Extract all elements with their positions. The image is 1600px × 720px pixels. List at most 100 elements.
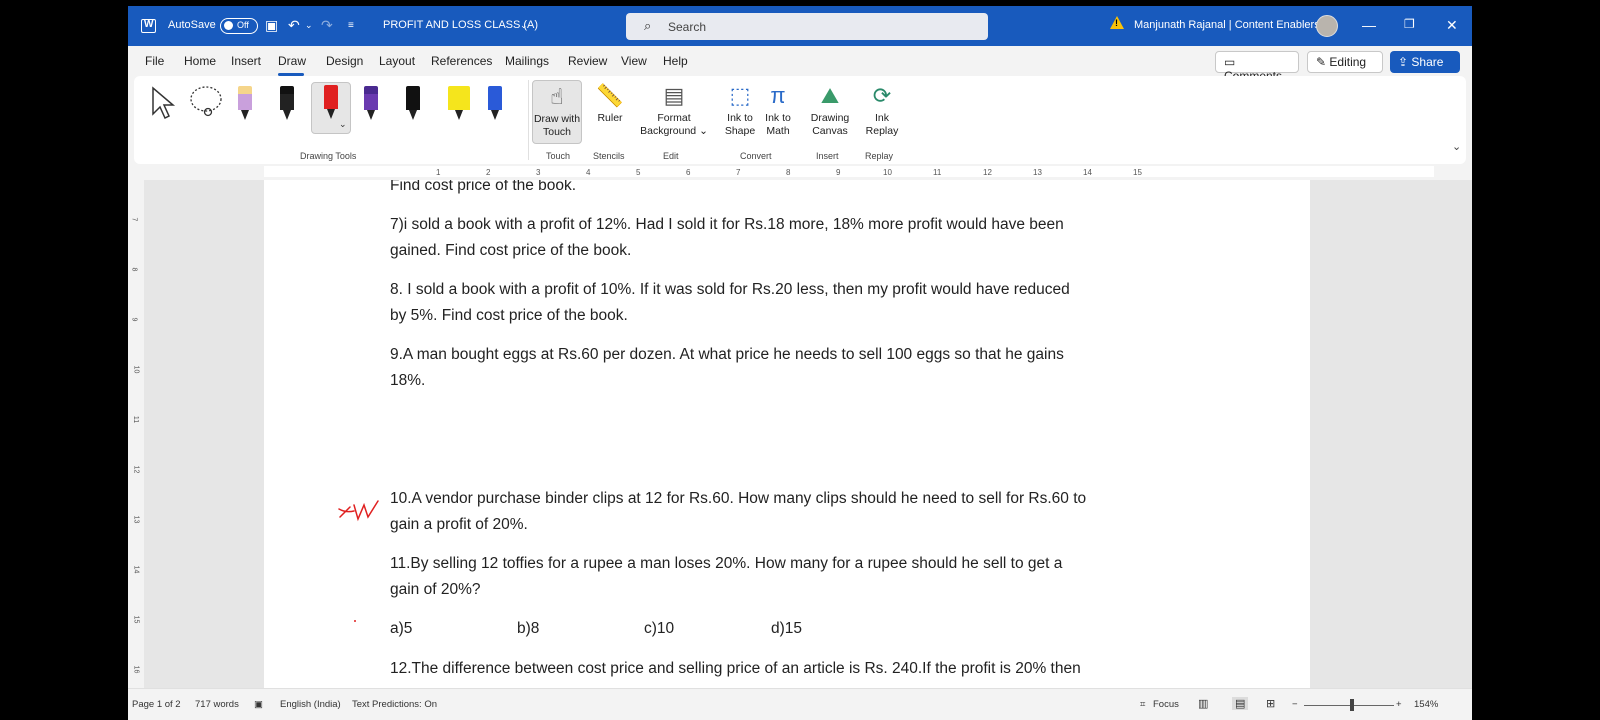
horizontal-ruler[interactable]: 1 2 3 4 5 6 7 8 9 10 11 12 13 14 15 — [128, 164, 1472, 180]
option-b[interactable]: b)8 — [517, 620, 539, 638]
purple-pen-icon[interactable] — [364, 86, 378, 122]
q11-line-1: 11.By selling 12 toffies for a rupee a m… — [390, 555, 1063, 572]
focus-icon[interactable]: ⌗ — [1140, 699, 1145, 710]
ruler-tick: 14 — [132, 565, 140, 574]
focus-label[interactable]: Focus — [1153, 699, 1179, 710]
tab-review[interactable]: Review — [568, 54, 607, 68]
highlighter-icon[interactable] — [448, 86, 470, 122]
tab-mailings[interactable]: Mailings — [505, 54, 549, 68]
ruler-tick: 10 — [132, 365, 140, 374]
user-name[interactable]: Manjunath Rajanal | Content Enablers — [1134, 19, 1320, 31]
zoom-level[interactable]: 154% — [1414, 699, 1438, 710]
option-a[interactable]: a)5 — [390, 620, 412, 638]
question-9[interactable]: 9.A man bought eggs at Rs.60 per dozen. … — [390, 342, 1190, 393]
ruler-tick: 16 — [132, 665, 140, 674]
collapse-ribbon-icon[interactable]: ⌄ — [1452, 140, 1461, 153]
action-pen-icon[interactable] — [488, 86, 502, 122]
group-edit: Edit — [663, 151, 679, 161]
warning-icon[interactable] — [1110, 16, 1124, 29]
zoom-slider-track[interactable] — [1304, 705, 1394, 706]
tab-insert[interactable]: Insert — [231, 54, 261, 68]
page-count[interactable]: Page 1 of 2 — [132, 699, 181, 710]
question-11[interactable]: 11.By selling 12 toffies for a rupee a m… — [390, 551, 1190, 602]
ink-dot — [354, 620, 356, 622]
tab-design[interactable]: Design — [326, 54, 363, 68]
drawing-canvas-icon: ⛰ — [820, 83, 840, 108]
avatar[interactable] — [1316, 15, 1338, 37]
web-layout-icon[interactable]: ⊞ — [1266, 697, 1275, 710]
select-arrow-icon[interactable] — [150, 86, 176, 120]
zoom-out-icon[interactable]: − — [1292, 699, 1298, 710]
title-chevron-down-icon[interactable]: ⌄ — [520, 20, 528, 31]
ink-replay-button[interactable]: ⟳ Ink Replay — [862, 80, 902, 138]
zoom-in-icon[interactable]: + — [1396, 699, 1402, 710]
ink-to-math-button[interactable]: π Ink to Math — [758, 80, 798, 138]
partial-line[interactable]: Find cost price of the book. — [390, 180, 1190, 199]
black-pen-icon[interactable] — [280, 86, 294, 122]
question-7[interactable]: 7)i sold a book with a profit of 12%. Ha… — [390, 212, 1190, 263]
tab-draw[interactable]: Draw — [278, 54, 306, 68]
galaxy-pen-icon[interactable] — [406, 86, 420, 122]
group-replay: Replay — [865, 151, 894, 161]
comment-icon: ▭ — [1224, 55, 1236, 69]
pen-dropdown-icon[interactable]: ⌄ — [339, 119, 347, 130]
toggle-knob — [224, 21, 233, 30]
tab-home[interactable]: Home — [184, 54, 216, 68]
group-touch: Touch — [546, 151, 571, 161]
restore-icon[interactable]: ❐ — [1404, 17, 1415, 31]
autosave-toggle[interactable]: Off — [220, 18, 258, 34]
comments-button[interactable]: ▭ Comments — [1215, 51, 1299, 83]
question-12[interactable]: 12.The difference between cost price and… — [390, 656, 1190, 682]
ruler-tick: 2 — [486, 168, 491, 177]
pencil-pen-icon[interactable] — [238, 86, 252, 122]
share-label: Share — [1411, 55, 1444, 69]
customize-qat-icon[interactable]: ≡ — [348, 20, 354, 31]
search-box[interactable]: ⌕ Search — [626, 13, 988, 40]
ruler-tick: 10 — [883, 168, 892, 177]
question-10[interactable]: 10.A vendor purchase binder clips at 12 … — [390, 486, 1190, 537]
document-page[interactable]: Find cost price of the book. 7)i sold a … — [264, 180, 1310, 688]
undo-dropdown-icon[interactable]: ⌄ — [305, 20, 313, 31]
ruler-button[interactable]: 📏 Ruler — [590, 80, 630, 125]
word-count[interactable]: 717 words — [195, 699, 239, 710]
text-predictions[interactable]: Text Predictions: On — [352, 699, 437, 710]
ink-to-math-label-1: Ink to — [765, 112, 791, 124]
drawing-canvas-button[interactable]: ⛰ Drawing Canvas — [806, 80, 854, 138]
ink-to-math-icon: π — [770, 83, 786, 108]
tab-help[interactable]: Help — [663, 54, 688, 68]
question-8[interactable]: 8. I sold a book with a profit of 10%. I… — [390, 277, 1190, 328]
save-icon[interactable]: ▣ — [265, 17, 278, 34]
zoom-slider-handle[interactable] — [1350, 699, 1354, 711]
ruler-tick: 7 — [130, 217, 138, 222]
redo-icon[interactable]: ↷ — [321, 17, 333, 34]
vertical-ruler[interactable]: 7 8 9 10 11 12 13 14 15 16 — [128, 180, 144, 688]
lasso-select-icon[interactable] — [188, 84, 224, 120]
document-title[interactable]: PROFIT AND LOSS CLASS (A) — [383, 19, 538, 31]
print-layout-icon[interactable]: ▤ — [1232, 697, 1249, 710]
tab-file[interactable]: File — [145, 54, 164, 68]
minimize-icon[interactable]: — — [1362, 17, 1376, 33]
red-pen-selected[interactable]: ⌄ — [311, 82, 351, 134]
q11-line-2: gain of 20%? — [390, 580, 481, 598]
undo-icon[interactable]: ↶ — [288, 17, 300, 34]
tab-layout[interactable]: Layout — [379, 54, 415, 68]
close-icon[interactable]: ✕ — [1446, 17, 1458, 34]
ink-to-shape-button[interactable]: ⬚ Ink to Shape — [720, 80, 760, 138]
title-bar: AutoSave Off ▣ ↶ ⌄ ↷ ≡ PROFIT AND LOSS C… — [128, 6, 1472, 46]
ruler-tick: 12 — [132, 465, 140, 474]
read-mode-icon[interactable]: ▥ — [1198, 697, 1208, 710]
option-c[interactable]: c)10 — [644, 620, 674, 638]
tab-references[interactable]: References — [431, 54, 492, 68]
ink-replay-label-1: Ink — [874, 112, 889, 124]
editing-button[interactable]: ✎ Editing ⌄ — [1307, 51, 1383, 83]
format-bg-label-1: Format — [657, 112, 691, 124]
share-button[interactable]: ⇪ Share ⌄ — [1390, 51, 1460, 83]
option-d[interactable]: d)15 — [771, 620, 802, 638]
document-area[interactable]: Find cost price of the book. 7)i sold a … — [144, 180, 1472, 688]
ruler-tick: 1 — [436, 168, 441, 177]
draw-with-touch-button[interactable]: ☝ Draw with Touch — [532, 80, 582, 144]
proofing-icon[interactable]: ▣ — [254, 699, 263, 710]
format-background-button[interactable]: ▤ Format Background ⌄ — [636, 80, 712, 138]
tab-view[interactable]: View — [621, 54, 647, 68]
language[interactable]: English (India) — [280, 699, 341, 710]
